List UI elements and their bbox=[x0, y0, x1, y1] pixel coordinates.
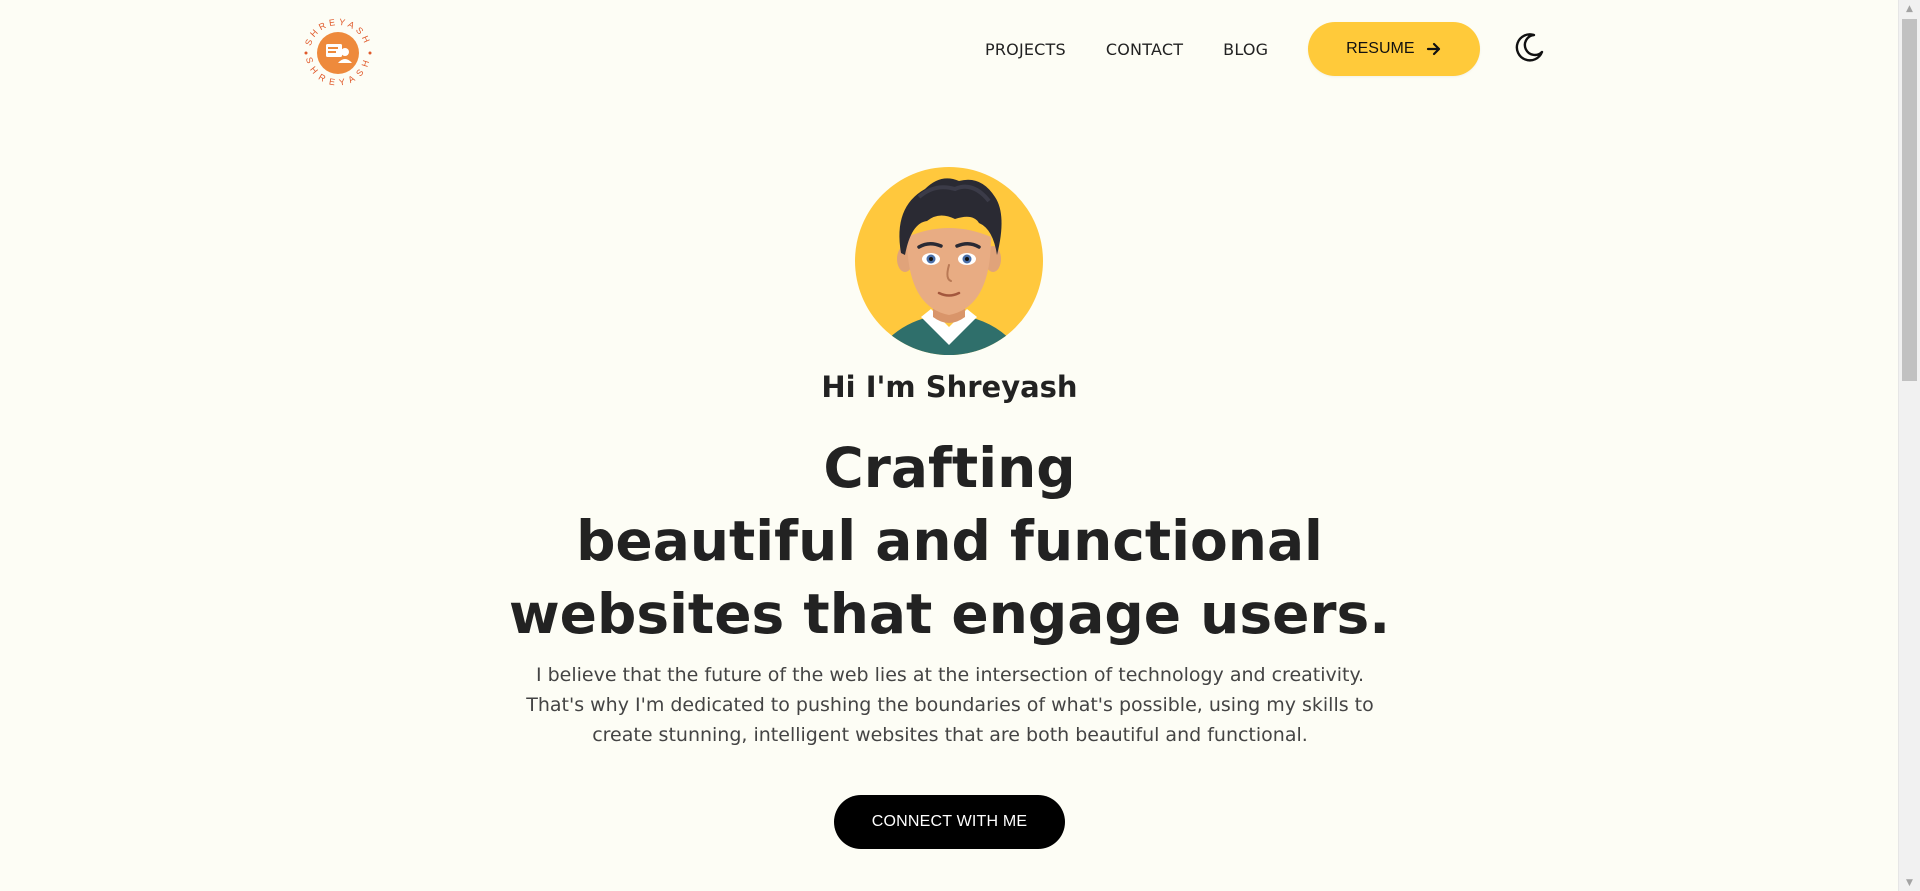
theme-toggle[interactable] bbox=[1510, 29, 1550, 69]
moon-icon bbox=[1514, 31, 1546, 67]
hero-greeting: Hi I'm Shreyash bbox=[821, 370, 1078, 404]
hero-description: I believe that the future of the web lie… bbox=[526, 664, 1374, 746]
vertical-scrollbar[interactable]: ▲ ▼ bbox=[1898, 0, 1920, 891]
page: SHREYASH SHREYASH PROJECTS CONTACT BLOG bbox=[0, 0, 1899, 891]
scroll-up-arrow-icon[interactable]: ▲ bbox=[1899, 0, 1920, 17]
resume-button[interactable]: RESUME bbox=[1308, 22, 1481, 76]
hero-headline-line-1: Crafting bbox=[823, 436, 1076, 500]
hero-headline-line-2: beautiful and functional bbox=[576, 509, 1323, 573]
browser-viewport: SHREYASH SHREYASH PROJECTS CONTACT BLOG bbox=[0, 0, 1920, 891]
nav-link-projects[interactable]: PROJECTS bbox=[985, 40, 1066, 59]
site-logo[interactable]: SHREYASH SHREYASH bbox=[298, 13, 378, 93]
scroll-down-arrow-icon[interactable]: ▼ bbox=[1899, 874, 1920, 891]
hero-headline: Crafting beautiful and functional websit… bbox=[0, 432, 1899, 651]
hero-headline-line-3: websites that engage users. bbox=[508, 582, 1391, 646]
main-nav: PROJECTS CONTACT BLOG RESUME bbox=[985, 22, 1550, 76]
nav-link-contact[interactable]: CONTACT bbox=[1106, 40, 1183, 59]
arrow-right-icon bbox=[1425, 40, 1443, 58]
nav-link-blog[interactable]: BLOG bbox=[1223, 40, 1268, 59]
resume-button-label: RESUME bbox=[1346, 40, 1415, 57]
scrollbar-thumb[interactable] bbox=[1902, 19, 1917, 381]
connect-with-me-button[interactable]: CONNECT WITH ME bbox=[834, 795, 1065, 849]
avatar bbox=[855, 167, 1043, 355]
